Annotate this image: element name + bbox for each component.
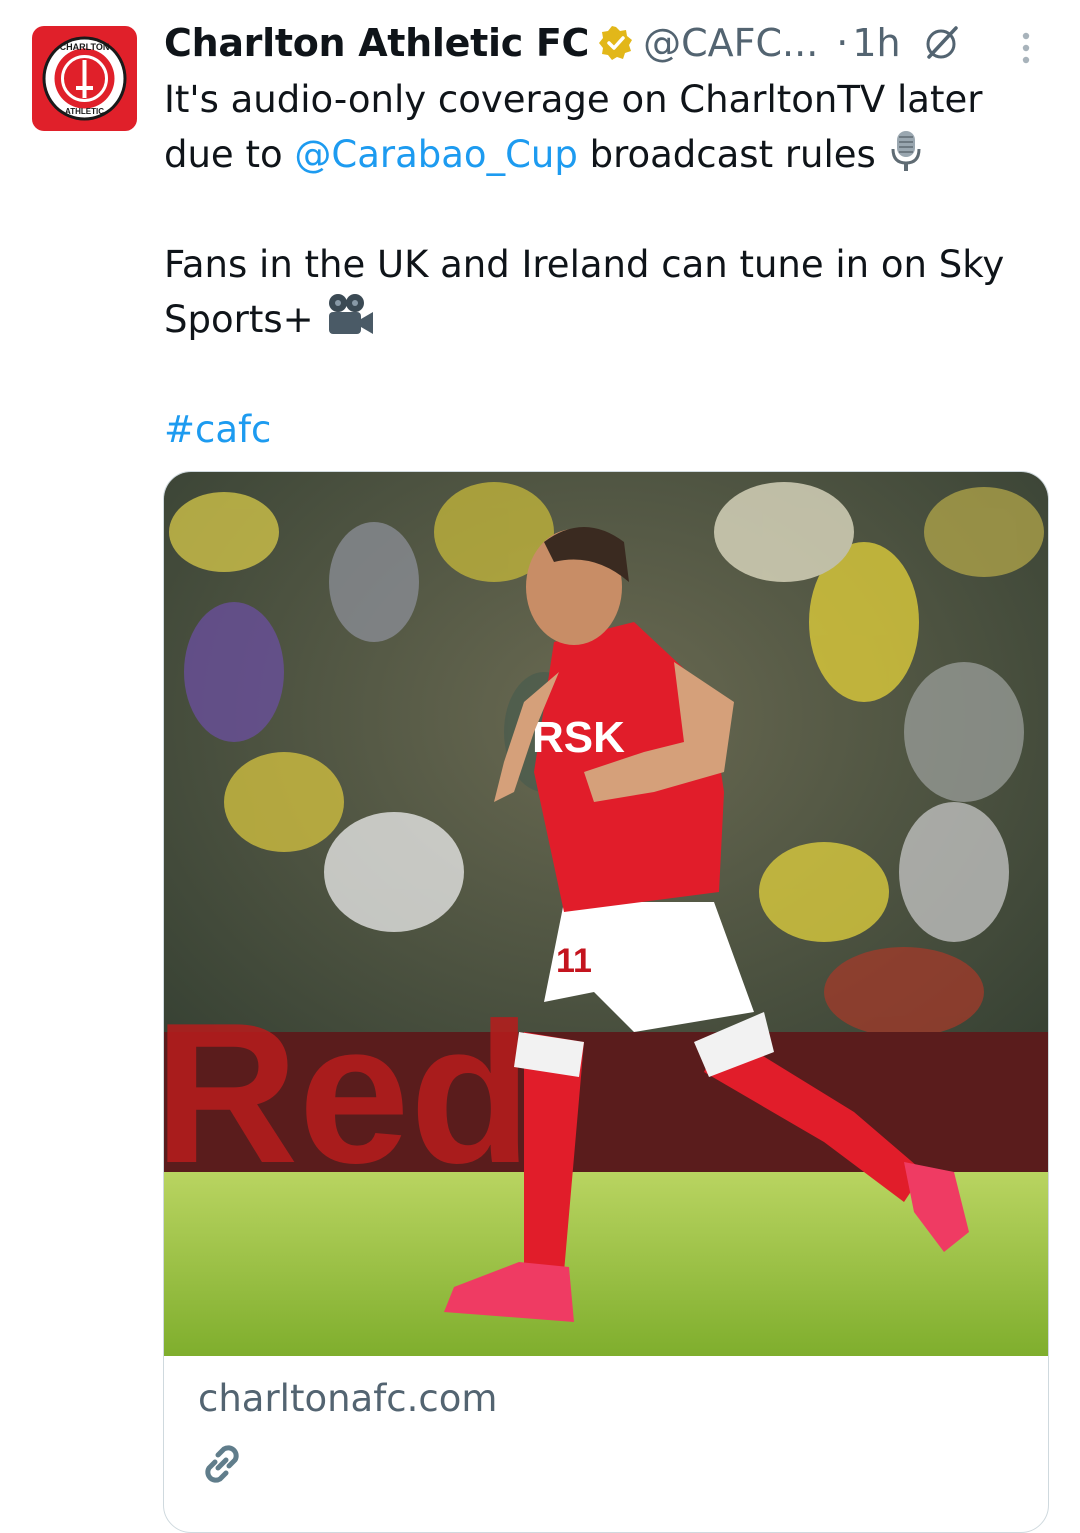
hashtag-link[interactable]: #cafc	[164, 408, 271, 451]
avatar-text-bottom: ATHLETIC	[65, 107, 104, 116]
shirt-number: 11	[556, 942, 592, 980]
avatar-text-top: CHARLTON	[60, 42, 110, 52]
card-photo[interactable]: Red 11 RSK	[164, 472, 1048, 1356]
verified-badge-icon[interactable]	[599, 26, 633, 60]
grok-icon[interactable]	[921, 23, 961, 63]
tweet-text-segment: broadcast rules	[577, 133, 888, 176]
author-avatar[interactable]: CHARLTON ATHLETIC	[32, 26, 137, 131]
link-icon	[205, 1445, 239, 1483]
tweet-separator: ·	[836, 21, 849, 65]
tweet-line: It's audio-only coverage on CharltonTV l…	[164, 78, 983, 121]
microphone-emoji-icon	[891, 131, 921, 171]
movie-camera-emoji-icon	[329, 294, 374, 334]
charlton-crest-icon: CHARLTON ATHLETIC	[42, 36, 127, 121]
card-domain[interactable]: charltonafc.com	[198, 1377, 497, 1420]
mention-link[interactable]: @Carabao_Cup	[294, 133, 577, 176]
board-text: Red	[164, 982, 532, 1205]
more-options-icon[interactable]	[1014, 30, 1038, 66]
tweet-text-segment: due to	[164, 133, 295, 176]
tweet-header: Charlton Athletic FC @CAFC... · 1h	[164, 18, 961, 68]
tweet-line: Sports+	[164, 292, 1044, 347]
author-handle[interactable]: @CAFC...	[643, 18, 818, 68]
link-card[interactable]: Red 11 RSK charltonafc.com	[163, 471, 1049, 1533]
tweet-time[interactable]: 1h	[852, 18, 900, 68]
tweet-text-segment: Sports+	[164, 298, 326, 341]
tweet-line: due to @Carabao_Cup broadcast rules	[164, 127, 1044, 182]
shirt-sponsor: RSK	[532, 713, 625, 762]
tweet-line: Fans in the UK and Ireland can tune in o…	[164, 243, 1005, 286]
author-name[interactable]: Charlton Athletic FC	[164, 18, 589, 68]
tweet-text: It's audio-only coverage on CharltonTV l…	[164, 72, 1044, 457]
